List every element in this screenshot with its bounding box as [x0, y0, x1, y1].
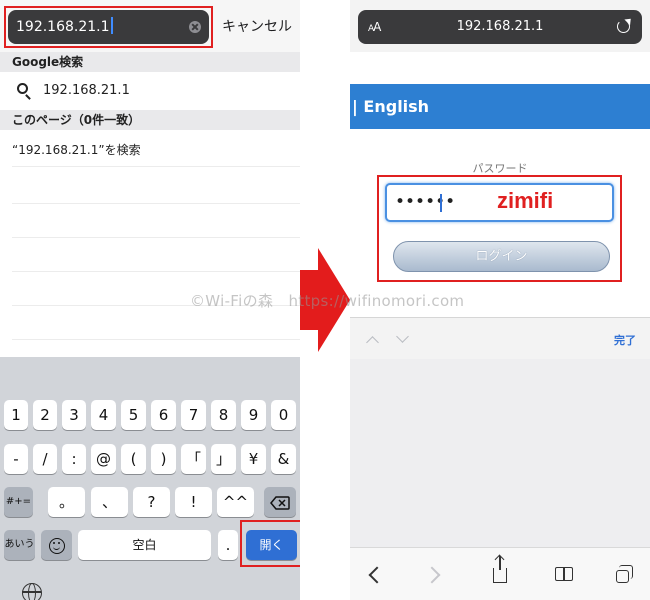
divider: [12, 203, 300, 204]
key-colon[interactable]: :: [62, 444, 86, 474]
divider: [12, 339, 300, 340]
key-exclamation[interactable]: !: [175, 487, 212, 517]
key-symbols[interactable]: #+=: [4, 487, 33, 517]
chevron-down-icon[interactable]: [396, 330, 409, 343]
highlight-box-search: [4, 6, 213, 48]
key-7[interactable]: 7: [181, 400, 206, 430]
keyboard: 1 2 3 4 5 6 7 8 9 0 - / : @ ( ) 「 」 ¥ & …: [0, 357, 300, 600]
key-bracket-open[interactable]: 「: [181, 444, 206, 474]
language-selector[interactable]: | English: [350, 84, 650, 129]
key-5[interactable]: 5: [121, 400, 146, 430]
key-9[interactable]: 9: [241, 400, 266, 430]
key-at[interactable]: @: [91, 444, 116, 474]
url-text: 192.168.21.1: [456, 19, 544, 34]
key-dot[interactable]: .: [218, 530, 238, 560]
forward-icon[interactable]: [423, 566, 441, 584]
key-emoji[interactable]: [41, 530, 72, 560]
url-field[interactable]: AA 192.168.21.1: [358, 10, 642, 44]
key-4[interactable]: 4: [91, 400, 116, 430]
key-8[interactable]: 8: [211, 400, 236, 430]
google-suggestion-text: 192.168.21.1: [43, 83, 130, 98]
reload-icon[interactable]: [617, 20, 630, 33]
key-1[interactable]: 1: [4, 400, 28, 430]
tabs-icon[interactable]: [616, 565, 633, 583]
browser-toolbar: [350, 547, 650, 600]
highlight-box-open-key: [240, 520, 300, 567]
watermark: ©Wi-Fiの森 https://wifinomori.com: [190, 292, 465, 310]
divider: [12, 237, 300, 238]
password-label: パスワード: [472, 162, 528, 175]
highlight-box-login: [377, 175, 622, 282]
key-3[interactable]: 3: [62, 400, 86, 430]
back-icon[interactable]: [368, 566, 386, 584]
key-ampersand[interactable]: &: [271, 444, 296, 474]
key-kana[interactable]: あいう: [4, 530, 35, 560]
google-search-section-header: Google検索: [0, 52, 300, 72]
key-6[interactable]: 6: [151, 400, 176, 430]
done-button[interactable]: 完了: [614, 332, 636, 348]
key-slash[interactable]: /: [33, 444, 57, 474]
emoji-icon: [48, 537, 65, 554]
key-space[interactable]: 空白: [78, 530, 211, 560]
key-2[interactable]: 2: [33, 400, 57, 430]
google-suggestion-row[interactable]: 192.168.21.1: [0, 74, 300, 108]
key-hyphen[interactable]: -: [4, 444, 28, 474]
form-accessory-bar: 完了: [350, 317, 650, 359]
keyboard-placeholder-area: [350, 359, 650, 547]
this-page-section-header: このページ（0件一致）: [0, 110, 300, 130]
key-bracket-close[interactable]: 」: [211, 444, 236, 474]
divider: [12, 166, 300, 167]
backspace-icon: [270, 495, 290, 510]
key-comma-jp[interactable]: 、: [91, 487, 128, 517]
key-caret-face[interactable]: ^^: [217, 487, 254, 517]
chevron-up-icon[interactable]: [366, 336, 379, 349]
key-period-jp[interactable]: 。: [48, 487, 85, 517]
cancel-button[interactable]: キャンセル: [222, 16, 292, 36]
key-yen[interactable]: ¥: [241, 444, 266, 474]
key-paren-open[interactable]: (: [121, 444, 146, 474]
magnifier-icon: [17, 83, 28, 94]
share-icon[interactable]: [493, 556, 507, 583]
bookmarks-icon[interactable]: [555, 567, 573, 581]
search-bar: 192.168.21.1 キャンセル: [0, 0, 300, 52]
browser-address-bar: AA 192.168.21.1: [350, 0, 650, 52]
divider: [12, 271, 300, 272]
key-0[interactable]: 0: [271, 400, 296, 430]
globe-icon[interactable]: [22, 583, 42, 600]
find-on-page-item[interactable]: “192.168.21.1”を検索: [12, 141, 141, 158]
key-question[interactable]: ?: [133, 487, 170, 517]
key-paren-close[interactable]: ): [151, 444, 176, 474]
key-backspace[interactable]: [264, 487, 296, 517]
